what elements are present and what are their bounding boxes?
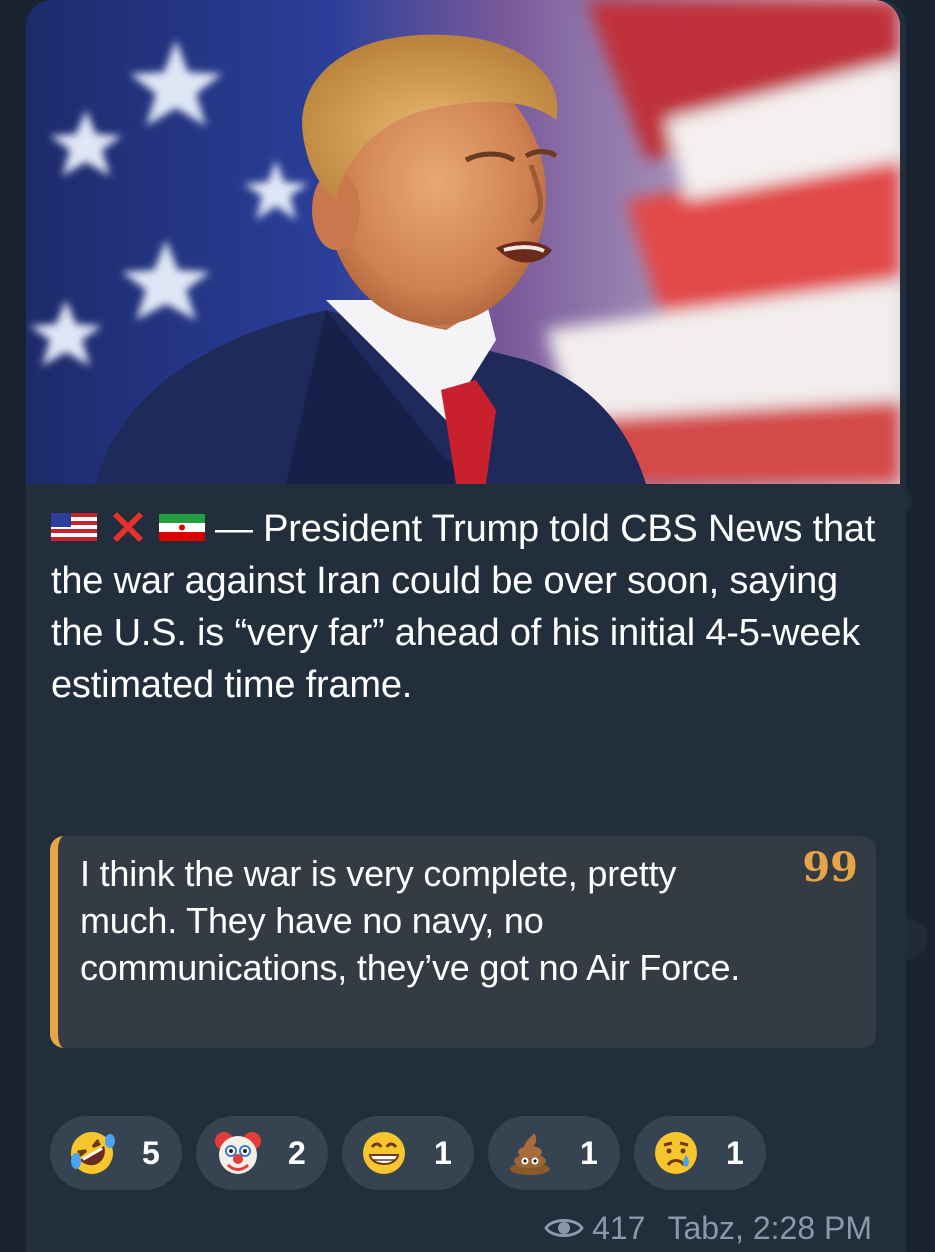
- reaction-count: 1: [580, 1135, 598, 1171]
- blockquote: I think the war is very complete, pretty…: [50, 836, 876, 1048]
- reaction-crying[interactable]: 1: [634, 1116, 766, 1190]
- reaction-clown[interactable]: 2: [196, 1116, 328, 1190]
- eye-icon: [544, 1218, 584, 1237]
- message-caption: — President Trump told CBS News that the…: [51, 503, 881, 711]
- photo-image: [26, 0, 900, 484]
- message-bubble[interactable]: — President Trump told CBS News that the…: [26, 0, 906, 1252]
- reaction-poo[interactable]: 1: [488, 1116, 620, 1190]
- iran-flag-icon: [159, 513, 205, 541]
- view-count: 417: [592, 1210, 646, 1246]
- quote-text: I think the war is very complete, pretty…: [80, 853, 741, 988]
- message-photo[interactable]: [26, 0, 900, 484]
- clown-face-emoji: [215, 1132, 261, 1174]
- reaction-count: 5: [142, 1135, 160, 1171]
- pile-of-poo-emoji: [510, 1133, 550, 1175]
- reaction-count: 2: [288, 1135, 306, 1171]
- reaction-rofl[interactable]: 5: [50, 1116, 182, 1190]
- us-flag-icon: [51, 512, 97, 541]
- cross-mark-icon: [113, 511, 143, 542]
- author-time: Tabz, 2:28 PM: [667, 1210, 872, 1246]
- reaction-grin[interactable]: 1: [342, 1116, 474, 1190]
- reaction-count: 1: [726, 1135, 744, 1171]
- crying-face-emoji: [655, 1132, 697, 1174]
- grinning-face-emoji: [363, 1132, 405, 1174]
- reaction-count: 1: [434, 1135, 452, 1171]
- message-meta: 417 Tabz, 2:28 PM: [544, 1208, 872, 1248]
- rolling-on-floor-laughing-emoji: [71, 1132, 115, 1174]
- quote-mark-icon: 99: [802, 844, 858, 891]
